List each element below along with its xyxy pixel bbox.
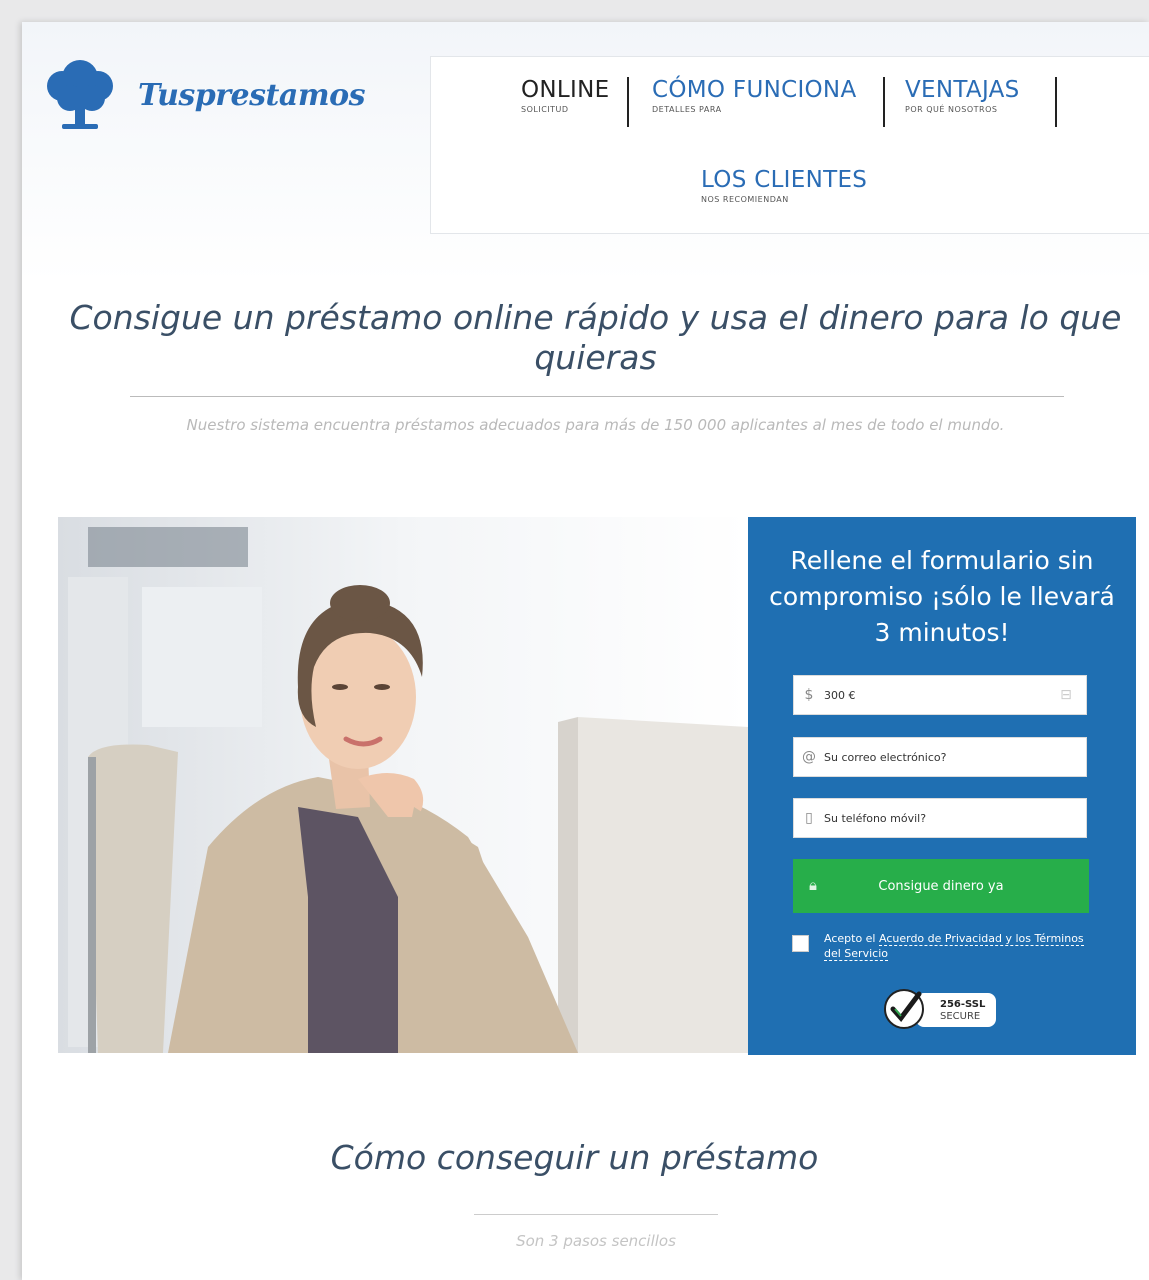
nav-divider bbox=[883, 77, 885, 127]
ssl-line2: SECURE bbox=[940, 1011, 981, 1022]
divider bbox=[130, 396, 1064, 397]
lock-icon: 🔒︎ bbox=[809, 876, 817, 894]
nav-item-label: ONLINE bbox=[521, 77, 610, 103]
dollar-icon: $ bbox=[804, 687, 814, 703]
amount-value: 300 € bbox=[824, 688, 856, 702]
nav-divider bbox=[1055, 77, 1057, 127]
email-field[interactable]: @ Su correo electrónico? bbox=[793, 737, 1087, 777]
phone-field[interactable]: ▯ Su teléfono móvil? bbox=[793, 798, 1087, 838]
hero-subline: Nuestro sistema encuentra préstamos adec… bbox=[186, 416, 1005, 434]
nav-item-sublabel: POR QUÉ NOSOTROS bbox=[905, 105, 998, 114]
signup-form: Rellene el formulario sin compromiso ¡só… bbox=[748, 517, 1136, 1055]
hero-image bbox=[58, 517, 748, 1053]
nav-item-sublabel: NOS RECOMIENDAN bbox=[701, 195, 789, 204]
ssl-badge: 256-SSL SECURE bbox=[884, 989, 1004, 1033]
nav-item-los-clientes[interactable]: LOS CLIENTES NOS RECOMIENDAN bbox=[701, 167, 867, 204]
at-sign-icon: @ bbox=[802, 749, 816, 765]
divider bbox=[474, 1214, 718, 1215]
amount-field[interactable]: $ 300 € ⊟ bbox=[793, 675, 1087, 715]
nav-item-online[interactable]: ONLINE SOLICITUD bbox=[521, 77, 609, 114]
nav-item-label: CÓMO FUNCIONA bbox=[652, 77, 857, 103]
nav-item-sublabel: DETALLES PARA bbox=[652, 105, 722, 114]
mobile-phone-icon: ▯ bbox=[805, 810, 813, 826]
brand-name: Tusprestamos bbox=[138, 78, 365, 113]
logo[interactable]: Tusprestamos bbox=[40, 54, 365, 134]
phone-placeholder: Su teléfono móvil? bbox=[824, 811, 927, 825]
tree-icon bbox=[47, 60, 113, 129]
form-title: Rellene el formulario sin compromiso ¡só… bbox=[769, 546, 1115, 647]
businesswoman-photo bbox=[58, 517, 748, 1053]
calculator-icon[interactable]: ⊟ bbox=[1046, 687, 1086, 703]
submit-label: Consigue dinero ya bbox=[878, 878, 1004, 894]
page: Tusprestamos ONLINE SOLICITUD CÓMO FUNCI… bbox=[22, 22, 1149, 1280]
terms-prefix: Acepto el bbox=[824, 932, 879, 945]
nav-item-ventajas[interactable]: VENTAJAS POR QUÉ NOSOTROS bbox=[905, 77, 1020, 114]
nav-item-como-funciona[interactable]: CÓMO FUNCIONA DETALLES PARA bbox=[652, 77, 856, 114]
nav-item-label: VENTAJAS bbox=[905, 77, 1020, 103]
ssl-label: 256-SSL SECURE bbox=[916, 993, 996, 1027]
email-placeholder: Su correo electrónico? bbox=[824, 750, 947, 764]
nav-divider bbox=[627, 77, 629, 127]
how-section-title: Cómo conseguir un préstamo bbox=[330, 1138, 819, 1177]
checkmark-icon bbox=[884, 989, 924, 1029]
main-nav: ONLINE SOLICITUD CÓMO FUNCIONA DETALLES … bbox=[430, 56, 1149, 234]
ssl-line1: 256-SSL bbox=[940, 999, 986, 1010]
nav-item-sublabel: SOLICITUD bbox=[521, 105, 569, 114]
terms-text: Acepto el Acuerdo de Privacidad y los Té… bbox=[824, 931, 1084, 961]
terms-checkbox[interactable] bbox=[792, 935, 809, 952]
hero-headline: Consigue un préstamo online rápido y usa… bbox=[69, 298, 1122, 377]
how-section-subtitle: Son 3 pasos sencillos bbox=[516, 1232, 676, 1250]
nav-item-label: LOS CLIENTES bbox=[701, 167, 868, 193]
submit-button[interactable]: 🔒︎ Consigue dinero ya bbox=[793, 859, 1089, 913]
